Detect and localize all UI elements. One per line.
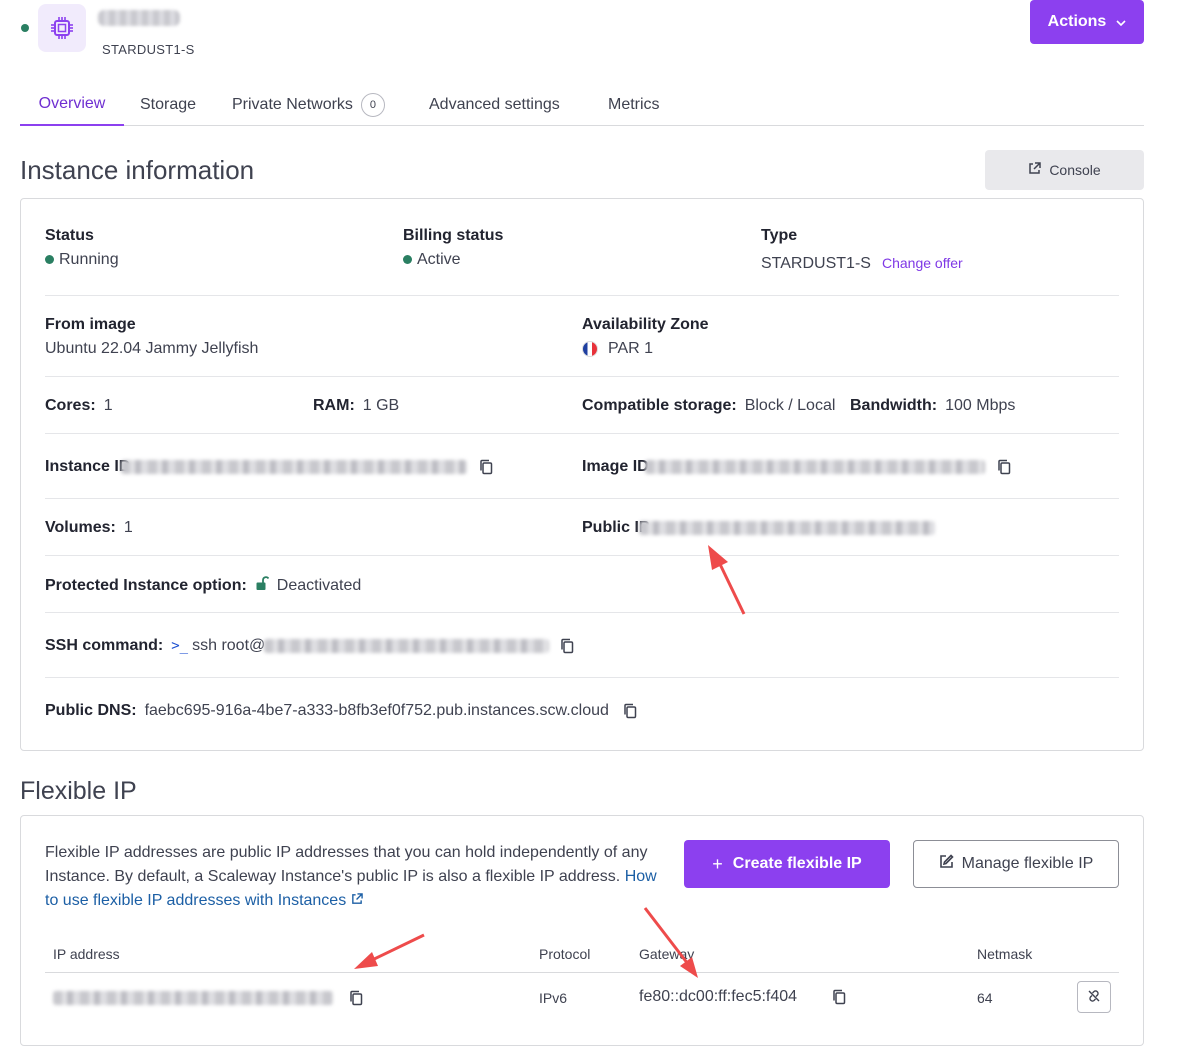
availability-zone-label: Availability Zone bbox=[582, 316, 709, 333]
copy-icon[interactable] bbox=[997, 459, 1011, 475]
status-value: Running bbox=[45, 251, 119, 269]
create-flexible-ip-button[interactable]: + Create flexible IP bbox=[684, 840, 890, 888]
flexible-ip-card: Flexible IP addresses are public IP addr… bbox=[20, 815, 1144, 1046]
instance-name-redacted bbox=[98, 10, 180, 26]
unlock-icon bbox=[255, 576, 270, 596]
chevron-down-icon bbox=[1116, 13, 1126, 31]
actions-button[interactable]: Actions bbox=[1030, 0, 1144, 44]
column-netmask: Netmask bbox=[977, 946, 1033, 962]
ssh-command-field: SSH command: >_ ssh root@ bbox=[45, 637, 266, 654]
private-networks-count-badge: 0 bbox=[360, 92, 385, 117]
console-button[interactable]: Console bbox=[985, 150, 1144, 190]
image-id-redacted bbox=[645, 460, 985, 474]
flexible-ip-description: Flexible IP addresses are public IP addr… bbox=[45, 844, 657, 909]
plus-icon: + bbox=[712, 853, 723, 874]
copy-icon[interactable] bbox=[560, 638, 574, 654]
billing-status-value: Active bbox=[403, 251, 461, 269]
instance-information-title: Instance information bbox=[20, 155, 255, 185]
copy-icon[interactable] bbox=[832, 989, 846, 1005]
terminal-prompt-icon: >_ bbox=[171, 638, 189, 654]
flexible-ip-title: Flexible IP bbox=[20, 777, 137, 805]
running-dot bbox=[45, 255, 54, 265]
external-link-icon bbox=[351, 893, 363, 904]
instance-info-card: Status Running Billing status Active Typ… bbox=[20, 198, 1144, 751]
copy-icon[interactable] bbox=[623, 703, 637, 719]
ram-field: RAM: 1 GB bbox=[313, 397, 400, 414]
active-dot bbox=[403, 255, 412, 265]
column-gateway: Gateway bbox=[639, 946, 695, 962]
public-dns-field: Public DNS: faebc695-916a-4be7-a333-b8fb… bbox=[45, 702, 637, 720]
type-label: Type bbox=[761, 227, 798, 244]
from-image-value: Ubuntu 22.04 Jammy Jellyfish bbox=[45, 340, 259, 357]
compatible-storage-field: Compatible storage: Block / Local bbox=[582, 397, 836, 414]
tab-advanced-settings[interactable]: Advanced settings bbox=[429, 84, 560, 125]
tab-metrics[interactable]: Metrics bbox=[608, 84, 660, 125]
copy-icon[interactable] bbox=[349, 990, 363, 1006]
unlink-icon bbox=[1087, 989, 1101, 1006]
instance-id-label: Instance ID bbox=[45, 458, 131, 475]
image-id-label: Image ID bbox=[582, 458, 649, 475]
cores-field: Cores: 1 bbox=[45, 397, 113, 414]
gateway-value: fe80::dc00:ff:fec5:f404 bbox=[639, 988, 798, 1005]
ip-address-redacted bbox=[53, 991, 333, 1005]
availability-zone-value: PAR 1 bbox=[582, 340, 653, 358]
manage-flexible-ip-button[interactable]: Manage flexible IP bbox=[913, 840, 1119, 888]
status-label: Status bbox=[45, 227, 94, 244]
volumes-field: Volumes: 1 bbox=[45, 519, 133, 536]
instance-type-subtitle: STARDUST1-S bbox=[102, 42, 195, 57]
instance-id-redacted bbox=[121, 460, 467, 474]
tab-private-networks[interactable]: Private Networks 0 bbox=[232, 84, 385, 125]
tab-overview[interactable]: Overview bbox=[20, 84, 124, 126]
edit-icon bbox=[939, 854, 954, 874]
protected-instance-field: Protected Instance option: Deactivated bbox=[45, 576, 362, 596]
bandwidth-field: Bandwidth: 100 Mbps bbox=[850, 397, 1016, 414]
tab-storage[interactable]: Storage bbox=[140, 84, 196, 125]
type-value: STARDUST1-S bbox=[761, 255, 871, 272]
instance-status-dot bbox=[21, 24, 29, 32]
protocol-value: IPv6 bbox=[539, 990, 568, 1006]
external-link-icon bbox=[1028, 162, 1042, 178]
france-flag-icon bbox=[582, 341, 598, 357]
column-ip-address: IP address bbox=[53, 946, 120, 962]
tab-bar: Overview Storage Private Networks 0 Adva… bbox=[20, 84, 1144, 126]
copy-icon[interactable] bbox=[479, 459, 493, 475]
billing-status-label: Billing status bbox=[403, 227, 504, 244]
ssh-host-redacted bbox=[264, 639, 549, 653]
from-image-label: From image bbox=[45, 316, 136, 333]
change-offer-link[interactable]: Change offer bbox=[882, 255, 963, 271]
detach-ip-button[interactable] bbox=[1077, 981, 1111, 1013]
console-label: Console bbox=[1049, 162, 1101, 178]
public-ip-redacted bbox=[639, 521, 935, 535]
column-protocol: Protocol bbox=[539, 946, 591, 962]
actions-label: Actions bbox=[1047, 13, 1107, 30]
cpu-icon bbox=[38, 4, 86, 52]
netmask-value: 64 bbox=[977, 990, 993, 1006]
